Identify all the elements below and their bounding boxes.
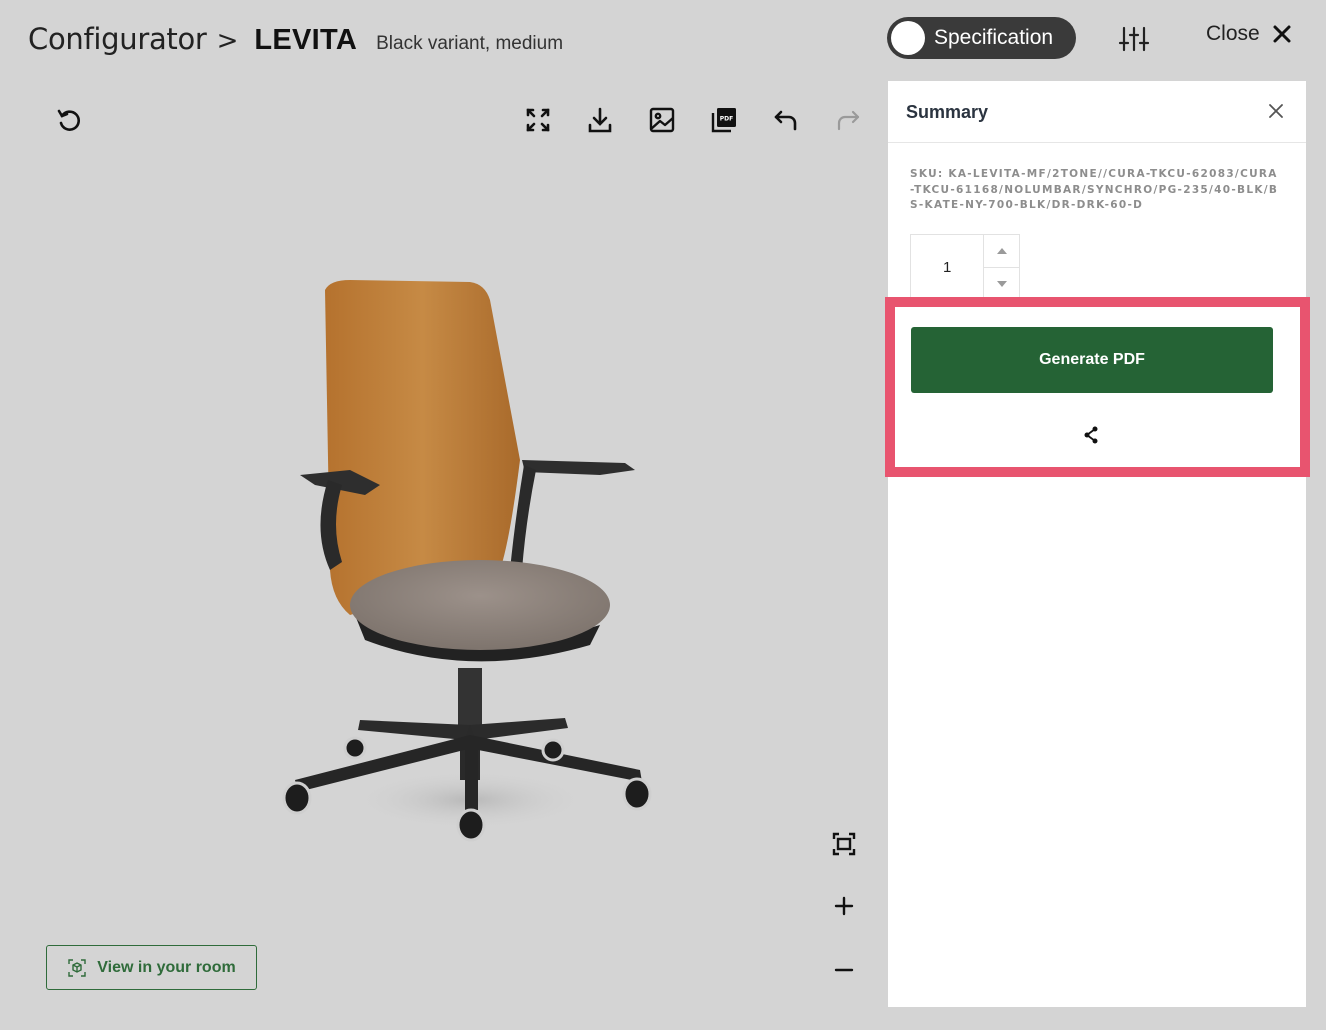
redo-button[interactable] [831, 103, 865, 137]
close-icon [1273, 25, 1291, 43]
fit-icon [832, 832, 856, 856]
chevron-down-icon [996, 281, 1007, 287]
view-in-room-label: View in your room [97, 958, 236, 976]
view-in-room-button[interactable]: View in your room [46, 945, 257, 990]
redo-icon [837, 110, 860, 131]
svg-text:PDF: PDF [720, 116, 733, 123]
summary-close-button[interactable] [1266, 101, 1286, 121]
summary-header: Summary [888, 81, 1306, 143]
fit-view-button[interactable] [830, 830, 858, 858]
header: Configurator > LEVITA Black variant, med… [0, 0, 1326, 80]
product-3d-viewer[interactable] [270, 270, 670, 860]
download-button[interactable] [583, 103, 617, 137]
breadcrumb: Configurator > LEVITA Black variant, med… [28, 22, 563, 57]
quantity-value[interactable]: 1 [911, 235, 983, 300]
summary-title: Summary [906, 102, 989, 122]
reset-view-button[interactable] [52, 103, 86, 137]
share-button[interactable] [1080, 424, 1102, 446]
sku-code: SKU: KA-LEVITA-MF/2TONE//CURA-TKCU-62083… [910, 168, 1279, 211]
summary-panel: Summary SKU: KA-LEVITA-MF/2TONE//CURA-TK… [888, 81, 1306, 1007]
undo-button[interactable] [769, 103, 803, 137]
reset-icon [57, 109, 80, 131]
quantity-increment-button[interactable] [984, 235, 1019, 267]
download-icon [588, 107, 612, 133]
zoom-in-icon [834, 896, 854, 916]
zoom-out-icon [834, 968, 854, 972]
fullscreen-icon [526, 108, 550, 132]
quantity-stepper[interactable]: 1 [910, 234, 1020, 300]
office-chair-render [282, 280, 652, 842]
screenshot-button[interactable] [645, 103, 679, 137]
pdf-icon: PDF [711, 108, 736, 133]
product-variant: Black variant, medium [376, 33, 564, 54]
breadcrumb-configurator[interactable]: Configurator [28, 22, 207, 56]
settings-sliders-button[interactable] [1118, 24, 1150, 54]
generate-pdf-button[interactable]: Generate PDF [911, 327, 1273, 393]
pdf-export-button[interactable]: PDF [707, 103, 741, 137]
undo-icon [774, 110, 797, 131]
fullscreen-button[interactable] [521, 103, 555, 137]
sliders-icon [1118, 26, 1150, 52]
specification-label: Specification [934, 26, 1054, 49]
specification-toggle[interactable]: Specification [887, 17, 1076, 59]
zoom-out-button[interactable] [830, 954, 858, 982]
zoom-in-button[interactable] [830, 892, 858, 920]
toggle-knob [891, 21, 925, 55]
quantity-decrement-button[interactable] [984, 267, 1019, 300]
ar-cube-icon [68, 958, 86, 977]
chevron-up-icon [996, 248, 1007, 254]
product-name: LEVITA [254, 24, 358, 56]
share-icon [1084, 426, 1098, 444]
close-icon [1269, 104, 1283, 118]
quantity-arrows [983, 235, 1019, 300]
image-icon [649, 107, 675, 133]
close-button[interactable]: Close [1206, 22, 1292, 46]
close-label: Close [1206, 22, 1260, 45]
breadcrumb-separator: > [216, 26, 239, 56]
